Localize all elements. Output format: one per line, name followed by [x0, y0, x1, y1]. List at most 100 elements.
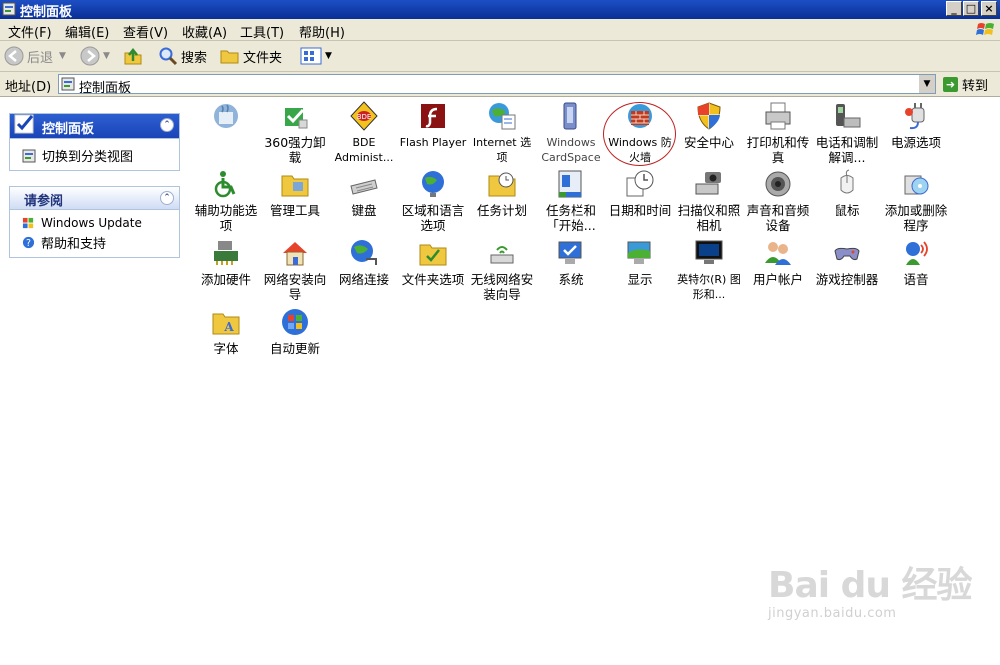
folders-icon: [220, 50, 239, 64]
cp-item-windows-firewall[interactable]: Windows 防火墙: [606, 100, 674, 165]
views-button[interactable]: ▼: [300, 45, 332, 67]
cp-item-scanners-and-cameras[interactable]: 扫描仪和照相机: [675, 168, 743, 233]
cp-item-date-and-time[interactable]: 日期和时间: [606, 168, 674, 218]
cp-item-sounds-and-audio[interactable]: 声音和音频设备: [744, 168, 812, 233]
folders-button[interactable]: 文件夹: [220, 45, 282, 67]
control-panel-icon: [2, 2, 16, 16]
baidu-watermark: Bai du 经验 jingyan.baidu.com: [768, 556, 973, 621]
keyboard-icon: [350, 179, 378, 195]
address-bar: 地址(D) 控制面板 ▼ ➜ 转到: [0, 72, 1000, 97]
cp-item-automatic-updates[interactable]: 自动更新: [261, 306, 329, 356]
svg-text:?: ?: [26, 238, 31, 249]
cp-item-administrative-tools[interactable]: 管理工具: [261, 168, 329, 218]
cp-item-phone-and-modem[interactable]: 电话和调制解调...: [813, 100, 881, 165]
windows-update-link[interactable]: Windows Update: [22, 216, 142, 230]
cp-item-flash-player[interactable]: Flash Player: [399, 100, 467, 150]
cp-item-360-uninstall[interactable]: 360强力卸载: [261, 100, 329, 165]
collapse-icon[interactable]: ⌃: [160, 118, 174, 132]
search-button[interactable]: 搜索: [158, 45, 207, 67]
address-dropdown-button[interactable]: ▼: [918, 75, 935, 93]
menu-help[interactable]: 帮助(H): [299, 22, 345, 41]
menu-view[interactable]: 查看(V): [123, 22, 168, 41]
cp-item-folder-options[interactable]: 文件夹选项: [399, 237, 467, 287]
add-hardware-icon: [214, 241, 238, 265]
menu-file[interactable]: 文件(F): [8, 22, 52, 41]
help-and-support-link[interactable]: ? 帮助和支持: [22, 233, 106, 252]
cp-item-network-connections[interactable]: 网络连接: [330, 237, 398, 287]
cp-item-power-options[interactable]: 电源选项: [882, 100, 950, 150]
cp-item-display[interactable]: 显示: [606, 237, 674, 287]
collapse-icon[interactable]: ⌃: [160, 191, 174, 205]
go-label: 转到: [962, 79, 989, 94]
forward-arrow-icon: [80, 46, 100, 66]
scanner-camera-icon: [695, 172, 721, 195]
cp-item-add-remove-programs[interactable]: 添加或删除程序: [882, 168, 950, 233]
menu-tools[interactable]: 工具(T): [240, 22, 284, 41]
maximize-button[interactable]: □: [963, 1, 979, 16]
taskbar-icon: [558, 170, 582, 198]
cp-item-mouse[interactable]: 鼠标: [813, 168, 881, 218]
title-bar: 控制面板 _ □ ×: [0, 0, 1000, 20]
cardspace-icon: [563, 102, 577, 130]
cp-item-regional-and-language[interactable]: 区域和语言选项: [399, 168, 467, 233]
up-folder-button[interactable]: [123, 45, 146, 67]
bde-database-icon: BDE: [350, 101, 378, 131]
folders-label: 文件夹: [243, 50, 283, 66]
cp-item-system[interactable]: 系统: [537, 237, 605, 287]
cp-item-intel-graphics[interactable]: 英特尔(R) 图形和...: [675, 237, 743, 302]
globe-checklist-icon: [489, 103, 516, 130]
cp-item-speech[interactable]: 语音: [882, 237, 950, 287]
speaker-icon: [765, 171, 791, 197]
go-arrow-icon: ➜: [943, 77, 958, 92]
cp-item-printers-and-faxes[interactable]: 打印机和传真: [744, 100, 812, 165]
menu-bar: 文件(F) 编辑(E) 查看(V) 收藏(A) 工具(T) 帮助(H): [0, 19, 1000, 41]
cp-item-fonts[interactable]: A 字体: [192, 306, 260, 356]
forward-button[interactable]: ▼: [80, 45, 110, 67]
cp-item-user-accounts[interactable]: 用户帐户: [744, 237, 812, 287]
cp-item-scheduled-tasks[interactable]: 任务计划: [468, 168, 536, 218]
cp-item-bde-administrator[interactable]: BDE BDE Administ...: [330, 100, 398, 165]
uninstall-box-icon: [285, 108, 308, 129]
cp-item-internet-options[interactable]: Internet 选项: [468, 100, 536, 165]
control-panel-task-pane: 控制面板 ⌃ 切换到分类视图: [9, 113, 180, 171]
see-also-pane: 请参阅 ⌃ Windows Update ? 帮助和支持: [9, 186, 180, 258]
accessibility-icon: [214, 171, 236, 198]
watermark-url: jingyan.baidu.com: [768, 606, 897, 621]
back-arrow-icon: [4, 46, 24, 66]
back-button[interactable]: 后退 ▼: [4, 45, 66, 67]
java-cup-icon: [214, 104, 238, 128]
control-panel-checklist-icon: [14, 114, 34, 134]
mouse-icon: [840, 169, 854, 194]
cp-item-add-hardware[interactable]: 添加硬件: [192, 237, 260, 287]
clock-calendar-icon: [626, 170, 654, 197]
search-icon: [159, 47, 178, 66]
cp-item-game-controllers[interactable]: 游戏控制器: [813, 237, 881, 287]
security-shield-icon: [697, 102, 721, 130]
printer-icon: [765, 102, 791, 130]
go-button[interactable]: ➜ 转到: [943, 75, 988, 94]
watermark-brand: Bai du 经验: [768, 565, 973, 606]
add-remove-programs-icon: [904, 175, 929, 195]
menu-edit[interactable]: 编辑(E): [65, 22, 109, 41]
minimize-button[interactable]: _: [946, 1, 962, 16]
cp-item-wireless-network-setup[interactable]: 无线网络安装向导: [468, 237, 536, 302]
windows-logo-icon: [976, 23, 994, 35]
panel-header: 请参阅 ⌃: [10, 187, 179, 210]
user-accounts-icon: [765, 242, 791, 265]
cp-item-java[interactable]: [192, 100, 260, 135]
address-input[interactable]: 控制面板 ▼: [58, 74, 936, 96]
globe-icon: [422, 171, 444, 197]
cp-item-taskbar-and-start-menu[interactable]: 任务栏和「开始...: [537, 168, 605, 233]
toolbar: 后退 ▼ ▼ 搜索 文件夹 ▼: [0, 41, 1000, 72]
cp-item-security-center[interactable]: 安全中心: [675, 100, 743, 150]
cp-item-network-setup-wizard[interactable]: 网络安装向导: [261, 237, 329, 302]
menu-favorites[interactable]: 收藏(A): [182, 22, 227, 41]
cp-item-accessibility-options[interactable]: 辅助功能选项: [192, 168, 260, 233]
panel-title: 控制面板: [42, 122, 95, 137]
back-label: 后退: [27, 50, 54, 66]
switch-to-category-view-link[interactable]: 切换到分类视图: [22, 146, 133, 165]
cp-item-keyboard[interactable]: 键盘: [330, 168, 398, 218]
cp-item-windows-cardspace[interactable]: Windows CardSpace: [537, 100, 605, 165]
fonts-folder-icon: A: [212, 313, 240, 335]
close-button[interactable]: ×: [981, 1, 997, 16]
